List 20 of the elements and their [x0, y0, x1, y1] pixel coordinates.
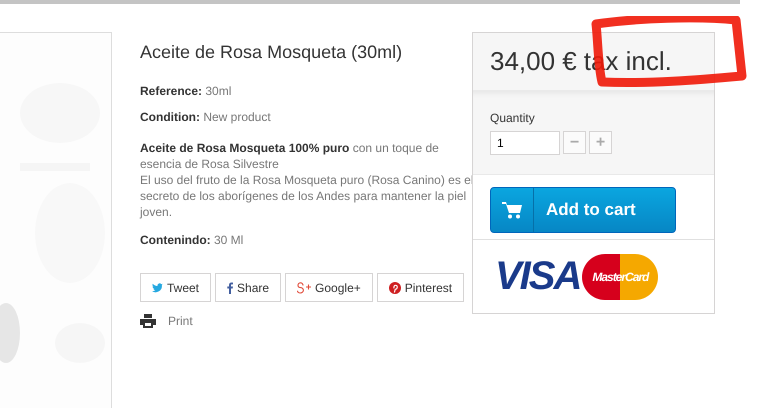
- bird-icon: [152, 282, 163, 292]
- price: 34,00 €: [490, 46, 577, 77]
- product-detail: Reference: 30ml: [140, 83, 232, 100]
- share-button[interactable]: Tweet: [140, 273, 212, 302]
- content-detail: Contenindo: 30 Ml: [140, 232, 244, 249]
- product-detail: Condition: New product: [140, 109, 272, 126]
- description-text: Aceite de Rosa Mosqueta 100% puro con un toque de esencia de Rosa Silvestre: [140, 140, 440, 172]
- print-link[interactable]: Print: [168, 314, 193, 328]
- share-button[interactable]: Google+: [285, 273, 373, 302]
- facebook-icon: [227, 282, 234, 294]
- pinterest-icon: [388, 282, 401, 294]
- visa-logo: VISA: [495, 254, 580, 299]
- share-button[interactable]: Pinterest: [376, 273, 464, 302]
- cart-icon: [502, 201, 522, 219]
- share-button[interactable]: Share: [215, 273, 282, 302]
- product-title: Aceite de Rosa Mosqueta (30ml): [140, 42, 404, 63]
- quantity-field[interactable]: 1: [490, 131, 560, 155]
- google-plus-icon: [297, 282, 312, 294]
- quantity-label: Quantity: [490, 111, 536, 125]
- printer-icon: [140, 314, 156, 328]
